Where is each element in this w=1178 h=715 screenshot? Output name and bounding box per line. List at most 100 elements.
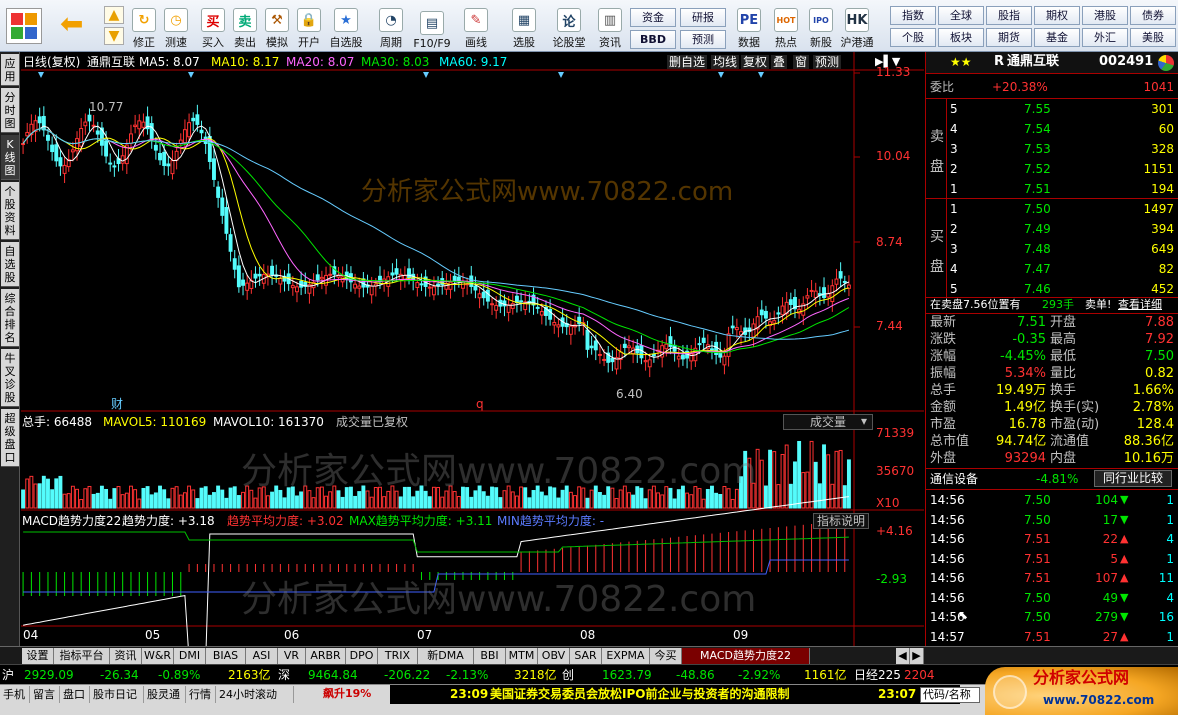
market-button-1[interactable]: 全球 <box>938 6 984 25</box>
热点-toolbar-button[interactable]: HOT 热点 <box>769 2 803 50</box>
finance-marker[interactable]: 财 <box>111 397 123 411</box>
indicator-tab-2[interactable]: 资讯 <box>110 648 142 664</box>
status-item-4[interactable]: 股灵通 <box>144 686 186 703</box>
sell-price[interactable]: 7.53 <box>1024 142 1051 156</box>
indicator-tab-18[interactable]: MACD趋势力度22 <box>682 648 810 664</box>
开户-toolbar-button[interactable]: 🔒 开户 <box>292 2 326 50</box>
indicator-help-button[interactable]: 指标说明 <box>813 513 869 529</box>
market-button-9[interactable]: 基金 <box>1034 28 1080 47</box>
chart-button-1[interactable]: 均线 <box>711 55 740 69</box>
volume-select[interactable]: 成交量 <box>783 414 873 430</box>
indicator-tab-6[interactable]: ASI <box>246 648 278 664</box>
模拟-toolbar-button[interactable]: ⚒ 模拟 <box>260 2 294 50</box>
sell-price[interactable]: 7.52 <box>1024 162 1051 176</box>
kline-chart-area[interactable]: 日线(复权) 通鼎互联 MA5: 8.07 MA10: 8.17 MA20: 8… <box>21 52 924 646</box>
left-tab-7[interactable]: 超级盘口 <box>1 409 19 467</box>
status-item-3[interactable]: 股市日记 <box>90 686 144 703</box>
沪港通-toolbar-button[interactable]: HK 沪港通 <box>840 2 874 50</box>
indicator-tab-17[interactable]: 今买 <box>650 648 682 664</box>
notice-detail-link[interactable]: 查看详细 <box>1118 298 1162 312</box>
left-tab-1[interactable]: 分时图 <box>1 88 19 133</box>
indicator-tab-14[interactable]: OBV <box>538 648 570 664</box>
research-button[interactable]: 研报 <box>680 8 726 27</box>
chart-canvas[interactable] <box>21 52 924 646</box>
status-item-1[interactable]: 留言 <box>30 686 60 703</box>
left-tab-4[interactable]: 自选股 <box>1 242 19 287</box>
left-tab-6[interactable]: 牛叉诊股 <box>1 349 19 407</box>
buy-price[interactable]: 7.48 <box>1024 242 1051 256</box>
grid-menu-icon[interactable] <box>6 8 42 44</box>
indicator-tab-1[interactable]: 指标平台 <box>54 648 110 664</box>
surge-label[interactable]: 飙升19% <box>323 687 371 701</box>
fund-button[interactable]: 资金 <box>630 8 676 27</box>
indicator-tab-5[interactable]: BIAS <box>206 648 246 664</box>
market-button-10[interactable]: 外汇 <box>1082 28 1128 47</box>
market-button-4[interactable]: 港股 <box>1082 6 1128 25</box>
indicator-tab-8[interactable]: ARBR <box>306 648 346 664</box>
选股-toolbar-button[interactable]: ▦ 选股 <box>507 2 541 50</box>
F10/F9-toolbar-button[interactable]: ▤ F10/F9 <box>413 2 451 50</box>
market-button-2[interactable]: 股指 <box>986 6 1032 25</box>
logo[interactable]: 分析家公式网 www.70822.com <box>985 667 1178 715</box>
indicator-tab-3[interactable]: W&R <box>142 648 174 664</box>
market-button-11[interactable]: 美股 <box>1130 28 1176 47</box>
market-button-7[interactable]: 板块 <box>938 28 984 47</box>
left-tab-0[interactable]: 应用 <box>1 54 19 86</box>
star-icon[interactable]: ★★ <box>950 55 972 69</box>
market-button-6[interactable]: 个股 <box>890 28 936 47</box>
buy-price[interactable]: 7.50 <box>1024 202 1051 216</box>
sell-price[interactable]: 7.51 <box>1024 182 1051 196</box>
资讯-toolbar-button[interactable]: ▥ 资讯 <box>593 2 627 50</box>
chart-button-5[interactable]: 预测 <box>813 55 842 69</box>
back-arrow-icon[interactable]: ⬅ <box>60 10 90 40</box>
bbd-button[interactable]: BBD <box>630 30 676 49</box>
周期-toolbar-button[interactable]: ◔ 周期 <box>374 2 408 50</box>
left-tab-5[interactable]: 综合排名 <box>1 289 19 347</box>
tab-scroll-left-icon[interactable]: ◀ <box>896 648 910 664</box>
sell-price[interactable]: 7.55 <box>1024 102 1051 116</box>
论股堂-toolbar-button[interactable]: 论论股堂 <box>552 2 586 50</box>
indicator-tab-13[interactable]: MTM <box>506 648 538 664</box>
自选股-toolbar-button[interactable]: ★ 自选股 <box>329 2 363 50</box>
买入-toolbar-button[interactable]: 买买入 <box>196 2 230 50</box>
测速-toolbar-button[interactable]: ◷ 测速 <box>159 2 193 50</box>
indicator-tab-4[interactable]: DMI <box>174 648 206 664</box>
indicator-tab-9[interactable]: DPO <box>346 648 378 664</box>
chart-button-4[interactable]: 窗 <box>793 55 810 69</box>
market-button-0[interactable]: 指数 <box>890 6 936 25</box>
sector-compare-button[interactable]: 同行业比较 <box>1094 470 1172 487</box>
indicator-tab-12[interactable]: BBI <box>474 648 506 664</box>
indicator-tab-15[interactable]: SAR <box>570 648 602 664</box>
chart-button-3[interactable]: 叠 <box>771 55 788 69</box>
数据-toolbar-button[interactable]: PE 数据 <box>732 2 766 50</box>
tab-scroll-right-icon[interactable]: ▶ <box>910 648 924 664</box>
buy-price[interactable]: 7.47 <box>1024 262 1051 276</box>
status-item-2[interactable]: 盘口 <box>60 686 90 703</box>
indicator-tab-16[interactable]: EXPMA <box>602 648 650 664</box>
新股-toolbar-button[interactable]: IPO 新股 <box>804 2 838 50</box>
indicator-tab-11[interactable]: 新DMA <box>418 648 474 664</box>
chart-button-2[interactable]: 复权 <box>741 55 770 69</box>
status-item-5[interactable]: 行情 <box>186 686 216 703</box>
修正-toolbar-button[interactable]: ↻ 修正 <box>127 2 161 50</box>
chevron-down-icon[interactable]: ▾ <box>861 414 867 428</box>
market-button-3[interactable]: 期权 <box>1034 6 1080 25</box>
画线-toolbar-button[interactable]: ✎ 画线 <box>459 2 493 50</box>
卖出-toolbar-button[interactable]: 卖卖出 <box>228 2 262 50</box>
indicator-tab-0[interactable]: 设置 <box>22 648 54 664</box>
status-item-6[interactable]: 24小时滚动 <box>216 686 294 703</box>
left-tab-3[interactable]: 个股资料 <box>1 182 19 240</box>
buy-price[interactable]: 7.49 <box>1024 222 1051 236</box>
buy-price[interactable]: 7.46 <box>1024 282 1051 296</box>
pie-icon[interactable] <box>1158 55 1174 71</box>
up-arrow-icon[interactable]: ▲ <box>104 6 124 24</box>
forecast-button[interactable]: 预测 <box>680 30 726 49</box>
q-marker[interactable]: q <box>476 397 484 411</box>
status-item-0[interactable]: 手机 <box>0 686 30 703</box>
code-search-input[interactable]: 代码/名称 <box>920 687 980 703</box>
market-button-8[interactable]: 期货 <box>986 28 1032 47</box>
down-arrow-icon[interactable]: ▼ <box>104 27 124 45</box>
sell-price[interactable]: 7.54 <box>1024 122 1051 136</box>
left-tab-2[interactable]: K线图 <box>1 135 19 180</box>
indicator-tab-10[interactable]: TRIX <box>378 648 418 664</box>
